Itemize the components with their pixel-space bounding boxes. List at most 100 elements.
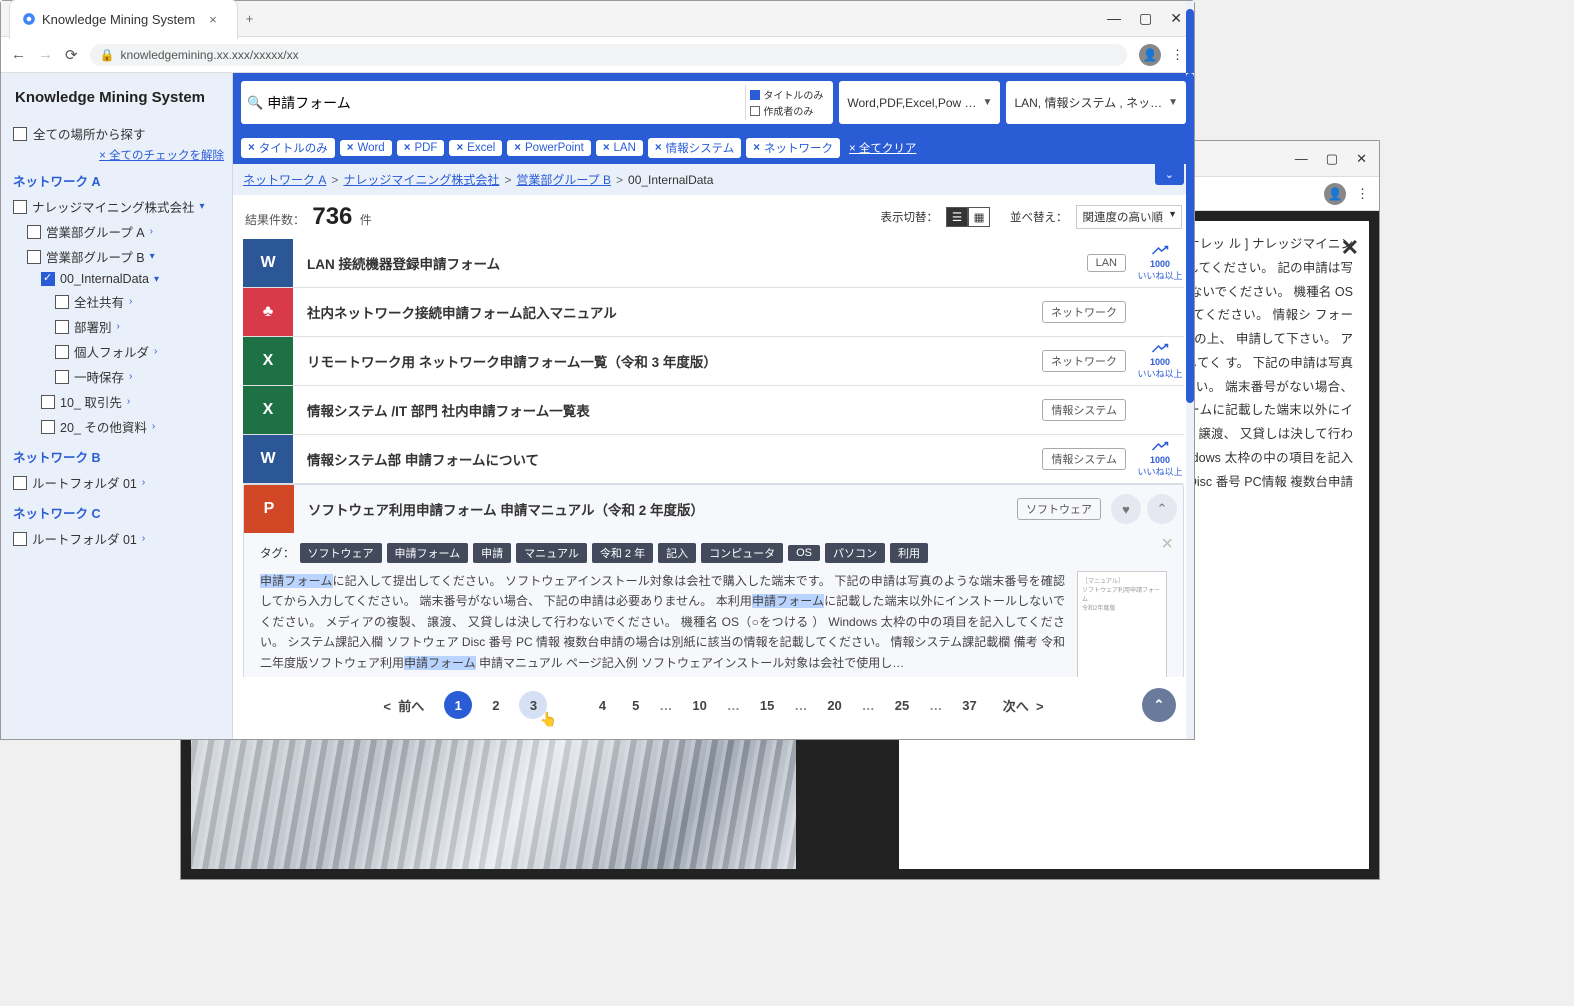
favorite-button[interactable]: ♥ xyxy=(1111,494,1141,524)
result-item[interactable]: X情報システム /IT 部門 社内申請フォーム一覧表情報システム xyxy=(243,386,1184,435)
grid-view-icon[interactable]: ▦ xyxy=(968,207,990,227)
tree-item[interactable]: 全社共有› xyxy=(11,289,232,314)
checkbox-icon[interactable] xyxy=(41,395,55,409)
search-input[interactable] xyxy=(263,91,745,115)
chevron-icon[interactable]: › xyxy=(127,396,130,407)
filter-chip[interactable]: ×Word xyxy=(340,140,392,156)
minimize-icon[interactable]: — xyxy=(1295,151,1308,166)
remove-chip-icon[interactable]: × xyxy=(456,142,463,154)
filetype-filter-dropdown[interactable]: Word,PDF,Excel,Pow …▼ xyxy=(839,81,1000,124)
checkbox-icon[interactable] xyxy=(41,272,55,286)
tag-pill[interactable]: 令和 2 年 xyxy=(592,543,653,563)
tag-pill[interactable]: パソコン xyxy=(825,543,885,563)
chevron-icon[interactable]: › xyxy=(129,371,132,382)
checkbox-icon[interactable] xyxy=(55,345,69,359)
filter-chip[interactable]: ×ネットワーク xyxy=(746,138,840,158)
sort-dropdown[interactable]: 関連度の高い順 ▼ xyxy=(1076,205,1183,229)
chevron-icon[interactable]: › xyxy=(117,321,120,332)
tree-item[interactable]: 10_ 取引先› xyxy=(11,389,232,414)
list-view-icon[interactable]: ☰ xyxy=(946,207,968,227)
page-25[interactable]: 25 xyxy=(889,694,915,717)
chevron-icon[interactable]: › xyxy=(129,296,132,307)
view-toggle[interactable]: ☰ ▦ xyxy=(946,207,990,227)
breadcrumb-item[interactable]: ナレッジマイニング株式会社 xyxy=(343,171,499,188)
page-2[interactable]: 2 xyxy=(486,694,505,717)
result-item[interactable]: ♣社内ネットワーク接続申請フォーム記入マニュアルネットワーク xyxy=(243,288,1184,337)
chevron-icon[interactable]: ▾ xyxy=(154,274,159,285)
chevron-icon[interactable]: › xyxy=(142,533,145,544)
checkbox-icon[interactable] xyxy=(55,320,69,334)
page-37[interactable]: 37 xyxy=(956,694,982,717)
chevron-icon[interactable]: › xyxy=(150,226,153,237)
scroll-top-button[interactable]: ⌃ xyxy=(1142,688,1176,722)
filter-chip[interactable]: ×情報システム xyxy=(648,138,741,158)
filter-chip[interactable]: ×PDF xyxy=(397,140,445,156)
tag-pill[interactable]: マニュアル xyxy=(516,543,587,563)
new-tab-icon[interactable]: + xyxy=(238,7,262,30)
remove-chip-icon[interactable]: × xyxy=(248,142,255,154)
menu-icon[interactable]: ⋮ xyxy=(1171,47,1184,63)
browser-tab[interactable]: Knowledge Mining System × xyxy=(9,0,238,39)
close-icon[interactable]: × xyxy=(1161,533,1173,556)
page-20[interactable]: 20 xyxy=(821,694,847,717)
checkbox-icon[interactable] xyxy=(13,476,27,490)
avatar-icon[interactable]: 👤 xyxy=(1324,183,1346,205)
remove-chip-icon[interactable]: × xyxy=(404,142,411,154)
chevron-icon[interactable]: ▾ xyxy=(200,201,205,212)
checkbox-icon[interactable] xyxy=(27,225,41,239)
chevron-icon[interactable]: › xyxy=(154,346,157,357)
page-5[interactable]: 5 xyxy=(626,694,645,717)
tab-close-icon[interactable]: × xyxy=(201,8,225,31)
tree-item[interactable]: 20_ その他資料› xyxy=(11,414,232,439)
page-4[interactable]: 4 xyxy=(593,694,612,717)
breadcrumb-item[interactable]: ネットワーク A xyxy=(243,171,326,188)
tag-pill[interactable]: 利用 xyxy=(890,543,928,563)
prev-page[interactable]: < 前へ xyxy=(377,692,430,719)
page-15[interactable]: 15 xyxy=(754,694,780,717)
tree-item[interactable]: ルートフォルダ 01› xyxy=(11,526,232,551)
filter-chip[interactable]: ×PowerPoint xyxy=(507,140,591,156)
menu-icon[interactable]: ⋮ xyxy=(1356,186,1369,202)
remove-chip-icon[interactable]: × xyxy=(347,142,354,154)
tree-item[interactable]: 営業部グループ B▾ xyxy=(11,244,232,269)
tag-pill[interactable]: コンピュータ xyxy=(701,543,783,563)
checkbox-icon[interactable] xyxy=(55,295,69,309)
clear-all-link[interactable]: × 全てクリア xyxy=(849,140,916,156)
tag-pill[interactable]: ソフトウェア xyxy=(300,543,382,563)
results-scrollbar[interactable] xyxy=(1186,239,1194,677)
remove-chip-icon[interactable]: × xyxy=(514,142,521,154)
checkbox-icon[interactable] xyxy=(13,200,27,214)
avatar-icon[interactable]: 👤 xyxy=(1139,44,1161,66)
chevron-icon[interactable]: › xyxy=(142,477,145,488)
checkbox-icon[interactable] xyxy=(27,250,41,264)
result-item[interactable]: Xリモートワーク用 ネットワーク申請フォーム一覧（令和 3 年度版）ネットワーク… xyxy=(243,337,1184,386)
remove-chip-icon[interactable]: × xyxy=(603,142,610,154)
result-item[interactable]: W情報システム部 申請フォームについて情報システム1000いいね以上 xyxy=(243,435,1184,484)
opt-title-only[interactable]: タイトルのみ xyxy=(750,87,823,102)
remove-chip-icon[interactable]: × xyxy=(655,142,662,154)
clear-checks-link[interactable]: × 全てのチェックを解除 xyxy=(11,147,232,163)
result-item[interactable]: WLAN 接続機器登録申請フォームLAN1000いいね以上 xyxy=(243,239,1184,288)
tag-pill[interactable]: 申請 xyxy=(473,543,511,563)
page-1[interactable]: 1 xyxy=(444,691,472,719)
collapse-button[interactable]: ⌃ xyxy=(1147,494,1177,524)
tree-item[interactable]: 個人フォルダ› xyxy=(11,339,232,364)
minimize-icon[interactable]: — xyxy=(1107,10,1121,27)
tree-item[interactable]: 一時保存› xyxy=(11,364,232,389)
tree-item[interactable]: 部署別› xyxy=(11,314,232,339)
url-box[interactable]: 🔒 knowledgemining.xx.xxx/xxxxx/xx xyxy=(90,44,1127,66)
filter-chip[interactable]: ×タイトルのみ xyxy=(241,138,335,158)
maximize-icon[interactable]: ▢ xyxy=(1326,151,1338,167)
tree-item[interactable]: 営業部グループ A› xyxy=(11,219,232,244)
tag-pill[interactable]: 記入 xyxy=(658,543,696,563)
document-thumbnail[interactable]: ［マニュアル］ソフトウェア利用申請フォーム令和2年度版 xyxy=(1077,571,1167,677)
page-10[interactable]: 10 xyxy=(686,694,712,717)
tag-pill[interactable]: OS xyxy=(788,545,820,561)
close-icon[interactable]: ✕ xyxy=(1341,227,1359,269)
filter-chip[interactable]: ×LAN xyxy=(596,140,643,156)
filter-chip[interactable]: ×Excel xyxy=(449,140,502,156)
search-everywhere-checkbox[interactable]: 全ての場所から探す xyxy=(11,120,232,147)
tree-item[interactable]: ルートフォルダ 01› xyxy=(11,470,232,495)
maximize-icon[interactable]: ▢ xyxy=(1139,10,1152,27)
category-filter-dropdown[interactable]: LAN, 情報システム , ネッ…▼ xyxy=(1006,81,1186,124)
